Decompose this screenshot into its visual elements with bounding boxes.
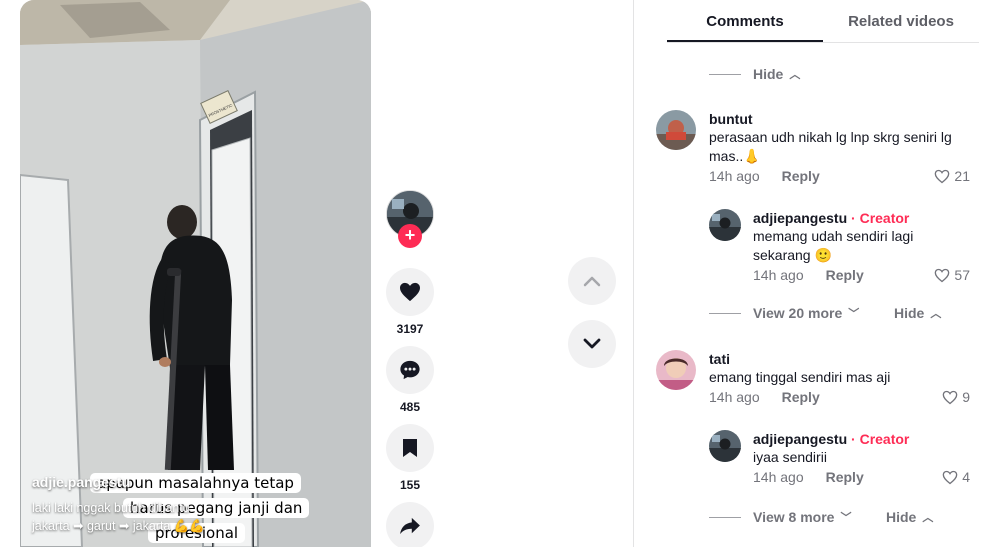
reply-button[interactable]: Reply [782,168,820,184]
avatar[interactable] [656,350,696,390]
previous-video-button[interactable] [568,257,616,305]
comment-like-button[interactable]: 21 [934,168,970,184]
reply-button[interactable]: Reply [826,267,864,283]
comment-like-count: 9 [962,389,970,405]
chevron-down-icon: ﹀ [848,308,860,320]
reply-username-row: adjiepangestu · Creator [753,209,970,227]
chevron-down-icon [583,338,601,349]
video-frame: PROSTHETIC [20,0,371,547]
heart-outline-icon [935,169,950,183]
comment-username[interactable]: tati [709,350,970,368]
share-button[interactable] [386,502,434,547]
avatar-image [656,110,696,150]
tiktok-video-page: PROSTHETIC apapun masalahnya tetap harus… [0,0,1000,547]
view-more-label: View 20 more [753,305,843,321]
reply-text: memang udah sendiri lagi sekarang 🙂 [753,228,914,263]
next-video-button[interactable] [568,320,616,368]
view-more-replies[interactable]: View 8 more ﹀ [709,509,851,525]
hide-label: Hide [886,509,917,525]
save-count: 155 [399,478,421,492]
video-author[interactable]: adjie.pangestu [32,473,352,491]
comment-like-count: 21 [954,168,970,184]
video-player[interactable]: PROSTHETIC apapun masalahnya tetap harus… [20,0,371,547]
divider-dash [709,516,741,518]
like-count: 3197 [396,322,424,336]
reply-like-count: 57 [954,267,970,283]
comment-action: 485 [386,346,434,416]
save-button[interactable] [386,424,434,472]
comment-body: tati emang tinggal sendiri mas aji 14h a… [709,350,970,405]
avatar[interactable] [656,110,696,150]
heart-outline-icon [942,390,958,404]
reply-time: 14h ago [753,267,804,283]
reply-body: adjiepangestu · Creator iyaa sendirii 14… [753,430,970,485]
creator-badge: · Creator [851,431,910,447]
reply-button[interactable]: Reply [782,389,820,405]
reply-like-count: 4 [962,469,970,485]
chevron-up-icon: ︿ [789,69,801,81]
like-action: 3197 [386,268,434,338]
view-more-replies[interactable]: View 20 more ﹀ [709,305,859,321]
reply-like-button[interactable]: 57 [934,267,970,283]
reply-time: 14h ago [753,469,804,485]
comment-time: 14h ago [709,168,760,184]
heart-outline-icon [942,470,958,484]
reply-meta: 14h ago Reply 4 [753,469,970,485]
hide-label: Hide [753,66,784,82]
video-caption: adjie.pangestu laki laki nggak butuh dib… [32,473,352,535]
hide-replies-button[interactable]: Hide ︿ [886,509,933,525]
chevron-up-icon [583,276,601,287]
comment-meta: 14h ago Reply 9 [709,389,970,405]
divider-dash [709,312,741,314]
panel-divider [633,0,634,547]
reply-username[interactable]: adjiepangestu [753,210,847,226]
heart-icon [400,282,420,302]
reply-meta: 14h ago Reply 57 [753,267,970,283]
reply-button[interactable]: Reply [826,469,864,485]
comment-like-button[interactable]: 9 [942,389,970,405]
action-rail: + 3197 485 155 [386,190,434,547]
comment-button[interactable] [386,346,434,394]
follow-button[interactable]: + [398,224,422,248]
hide-replies-top[interactable]: Hide ︿ [709,66,800,82]
comment-body: buntut perasaan udh nikah lg lnp skrg se… [709,110,970,184]
chevron-up-icon: ︿ [922,512,934,524]
video-description: laki laki nggak butuh dibantu jakarta ➡ … [32,501,205,533]
reply-body: adjiepangestu · Creator memang udah send… [753,209,970,283]
comment-text: perasaan udh nikah lg lnp skrg seniri lg… [709,129,952,164]
creator-avatar[interactable]: + [386,190,434,248]
view-more-label: View 8 more [753,509,835,525]
reply-username[interactable]: adjiepangestu [753,431,847,447]
hide-replies-button[interactable]: Hide ︿ [894,305,941,321]
comment-text: emang tinggal sendiri mas aji [709,369,891,385]
bookmark-icon [403,439,417,457]
avatar[interactable] [709,209,741,241]
comment-meta: 14h ago Reply 21 [709,168,970,184]
chevron-up-icon: ︿ [930,308,942,320]
avatar-image [656,350,696,390]
creator-badge: · Creator [851,210,910,226]
reply-text: iyaa sendirii [753,449,827,465]
save-action: 155 [386,424,434,494]
comment-bubble-icon [400,360,420,380]
tab-related-videos[interactable]: Related videos [823,0,979,42]
panel-tabs: Comments Related videos [667,0,979,43]
tab-comments[interactable]: Comments [667,0,823,42]
comment-count: 485 [399,400,421,414]
chevron-down-icon: ﹀ [840,512,852,524]
avatar-image [709,430,741,462]
avatar-image [709,209,741,241]
like-button[interactable] [386,268,434,316]
comment-time: 14h ago [709,389,760,405]
share-action [386,502,434,547]
heart-outline-icon [935,268,950,282]
reply-like-button[interactable]: 4 [942,469,970,485]
share-arrow-icon [400,517,420,535]
reply-username-row: adjiepangestu · Creator [753,430,970,448]
divider-dash [709,73,741,75]
avatar[interactable] [709,430,741,462]
hide-label: Hide [894,305,925,321]
comment-username[interactable]: buntut [709,110,970,128]
